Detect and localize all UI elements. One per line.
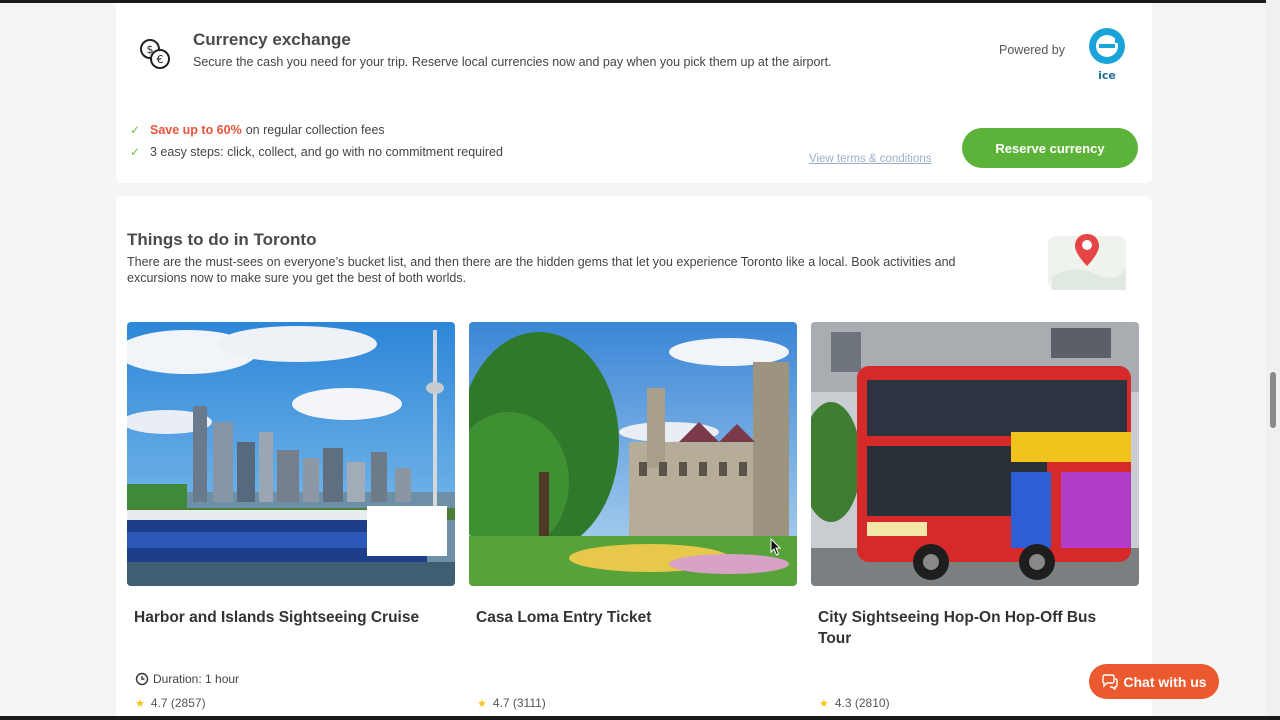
check-icon: ✓ xyxy=(130,145,141,159)
currency-benefits-list: ✓ Save up to 60% on regular collection f… xyxy=(130,119,503,163)
things-to-do-title: Things to do in Toronto xyxy=(127,230,317,249)
powered-by-label: Powered by xyxy=(999,43,1066,57)
activity-title[interactable]: City Sightseeing Hop-On Hop-Off Bus Tour xyxy=(818,607,1132,649)
reserve-currency-button[interactable]: Reserve currency xyxy=(962,128,1138,168)
ice-logo[interactable]: ice xyxy=(1086,27,1128,83)
hop-on-bus-image[interactable] xyxy=(801,322,1139,586)
benefit-text: 3 easy steps: click, collect, and go wit… xyxy=(150,145,503,159)
chat-with-us-button[interactable]: Chat with us xyxy=(1089,664,1219,699)
currency-coins-icon: $ € xyxy=(140,39,170,69)
star-icon: ★ xyxy=(819,697,829,710)
activity-card-casa-loma[interactable]: Casa Loma Entry Ticket xyxy=(449,322,797,628)
currency-exchange-card: $ € Currency exchange Secure the cash yo… xyxy=(116,3,1152,183)
rating-text: 4.7 (2857) xyxy=(150,696,206,710)
savings-highlight: Save up to 60% xyxy=(150,123,242,137)
benefit-item: ✓ 3 easy steps: click, collect, and go w… xyxy=(130,141,503,163)
rating-text: 4.3 (2810) xyxy=(834,696,890,710)
duration-info: Duration: 1 hour xyxy=(135,672,239,686)
rating-info: ★ 4.3 (2810) xyxy=(819,696,890,710)
activity-title[interactable]: Harbor and Islands Sightseeing Cruise xyxy=(134,607,448,628)
activity-title[interactable]: Casa Loma Entry Ticket xyxy=(476,607,790,628)
rating-info: ★ 4.7 (2857) xyxy=(135,696,206,710)
svg-text:ice: ice xyxy=(1098,69,1116,82)
star-icon: ★ xyxy=(477,697,487,710)
casa-loma-image[interactable] xyxy=(449,322,797,586)
benefit-item: ✓ Save up to 60% on regular collection f… xyxy=(130,119,503,141)
chat-label: Chat with us xyxy=(1123,673,1207,690)
mouse-cursor-icon xyxy=(770,538,782,556)
clock-icon xyxy=(135,672,149,686)
star-icon: ★ xyxy=(135,697,145,710)
window-bottom-edge xyxy=(0,716,1280,720)
terms-conditions-link[interactable]: View terms & conditions xyxy=(809,153,932,165)
rating-info: ★ 4.7 (3111) xyxy=(477,696,546,710)
check-icon: ✓ xyxy=(130,123,141,137)
currency-title: Currency exchange xyxy=(193,30,351,49)
benefit-text: on regular collection fees xyxy=(245,123,385,137)
currency-description: Secure the cash you need for your trip. … xyxy=(193,55,832,69)
things-to-do-description: There are the must-sees on everyone’s bu… xyxy=(127,255,956,285)
harbor-cruise-image[interactable] xyxy=(117,322,455,586)
activity-card-hop-on-hop-off[interactable]: City Sightseeing Hop-On Hop-Off Bus Tour xyxy=(801,322,1139,649)
page-scrollbar[interactable] xyxy=(1266,0,1280,720)
svg-text:€: € xyxy=(157,53,164,66)
duration-text: Duration: 1 hour xyxy=(153,672,240,686)
activity-card-harbor-cruise[interactable]: Harbor and Islands Sightseeing Cruise xyxy=(117,322,455,628)
chat-bubble-icon xyxy=(1102,673,1119,690)
map-pin-icon xyxy=(1048,234,1126,290)
rating-text: 4.7 (3111) xyxy=(492,696,546,710)
things-to-do-card: Things to do in Toronto There are the mu… xyxy=(116,196,1152,720)
scrollbar-thumb[interactable] xyxy=(1270,372,1276,428)
